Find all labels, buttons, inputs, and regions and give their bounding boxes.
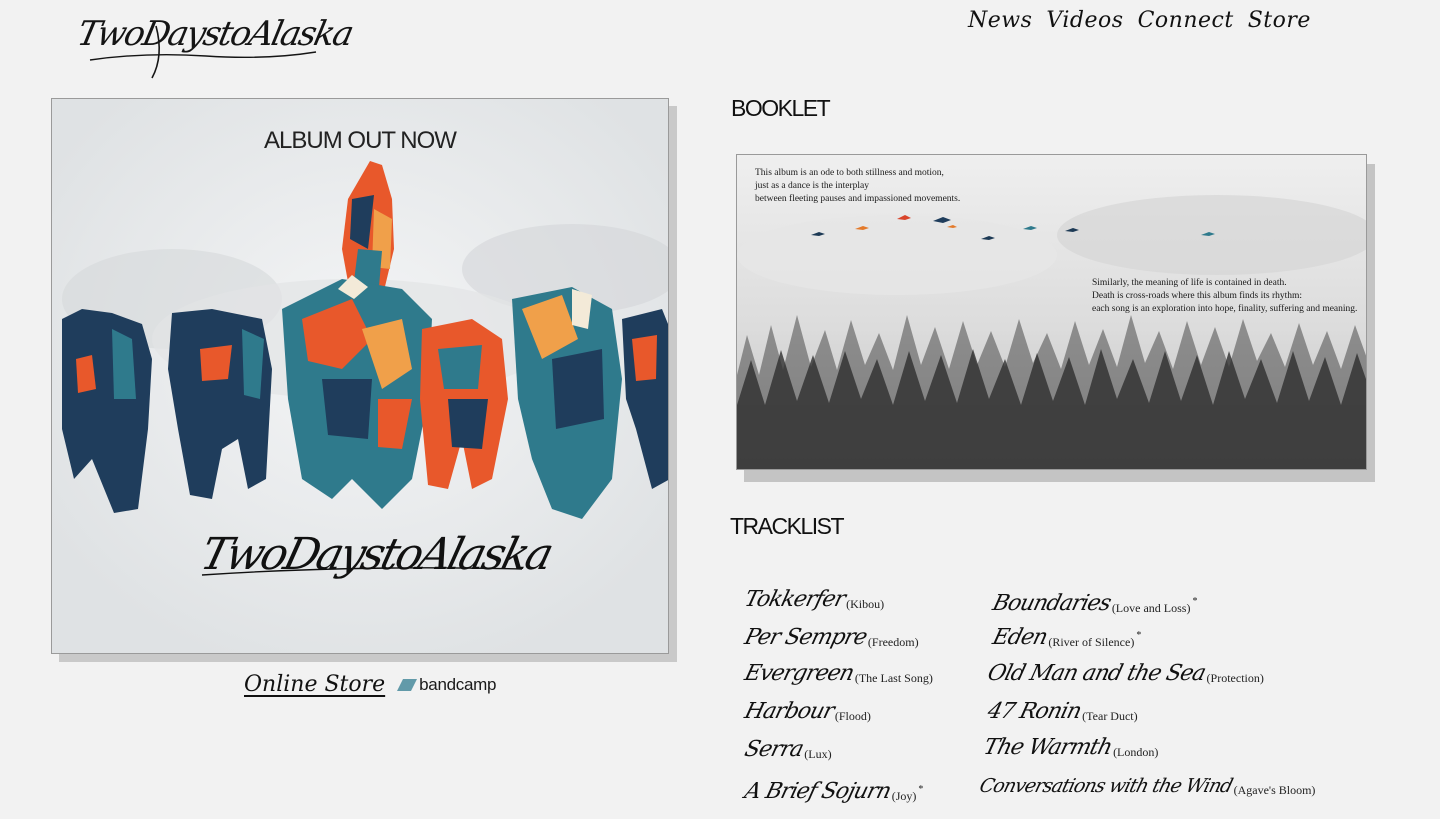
track-item: Old Man and the Sea (Protection) <box>985 660 1264 688</box>
track-title: Conversations with the Wind <box>977 775 1235 797</box>
nav-store[interactable]: Store <box>1248 8 1311 33</box>
track-title: Tokkerfer <box>742 587 848 612</box>
nav-videos[interactable]: Videos <box>1046 8 1123 33</box>
store-links: Online Store bandcamp <box>244 672 496 697</box>
track-meaning: (Protection) <box>1206 671 1264 685</box>
booklet-text-line: just as a dance is the interplay <box>755 181 869 191</box>
booklet-text-line: between fleeting pauses and impassioned … <box>755 194 961 204</box>
booklet-heading: BOOKLET <box>731 95 831 121</box>
booklet-text-line: Death is cross-roads where this album fi… <box>1092 291 1303 301</box>
bandcamp-link[interactable]: bandcamp <box>397 675 496 695</box>
track-meaning: (Kibou) <box>846 597 885 611</box>
track-item: Per Sempre (Freedom) <box>742 624 919 652</box>
booklet-text-line: Similarly, the meaning of life is contai… <box>1092 278 1287 288</box>
track-meaning: (Agave's Bloom) <box>1233 783 1316 797</box>
cover-logo-text: TwoDaystoAlaska <box>195 529 556 580</box>
track-item: A Brief Sojurn (Joy) * <box>742 778 924 806</box>
track-asterisk: * <box>1136 630 1142 641</box>
track-item: Conversations with the Wind (Agave's Blo… <box>977 772 1316 800</box>
booklet-image[interactable]: This album is an ode to both stillness a… <box>736 154 1367 470</box>
track-item: Evergreen (The Last Song) <box>742 660 933 688</box>
track-item: 47 Ronin (Tear Duct) <box>985 698 1138 726</box>
track-title: Boundaries <box>990 591 1114 616</box>
track-title: Old Man and the Sea <box>985 661 1208 686</box>
track-meaning: (Freedom) <box>867 635 919 649</box>
track-item: Serra (Lux) <box>742 736 832 764</box>
track-title: Harbour <box>742 699 837 724</box>
online-store-link[interactable]: Online Store <box>244 672 385 697</box>
track-meaning: (River of Silence) <box>1048 635 1135 649</box>
track-title: 47 Ronin <box>985 699 1084 724</box>
track-asterisk: * <box>918 784 924 795</box>
track-meaning: (Lux) <box>804 747 832 761</box>
track-item: The Warmth (London) <box>981 734 1159 762</box>
track-title: The Warmth <box>981 735 1115 760</box>
track-title: Evergreen <box>742 661 857 686</box>
track-title: Per Sempre <box>742 625 870 650</box>
track-meaning: (Joy) <box>891 789 917 803</box>
track-title: Eden <box>990 625 1050 650</box>
track-meaning: (London) <box>1113 745 1159 759</box>
booklet-text-line: each song is an exploration into hope, f… <box>1092 304 1358 314</box>
track-meaning: (Tear Duct) <box>1082 709 1138 723</box>
nav-news[interactable]: News <box>968 8 1032 33</box>
track-item: Boundaries (Love and Loss) * <box>990 590 1198 618</box>
album-cover[interactable]: ALBUM OUT NOW TwoDaystoAlaska <box>51 98 669 654</box>
track-item: Eden (River of Silence) * <box>990 624 1142 652</box>
track-title: Serra <box>742 737 806 762</box>
booklet-text-line: This album is an ode to both stillness a… <box>755 168 944 178</box>
tracklist-heading: TRACKLIST <box>730 513 845 539</box>
track-asterisk: * <box>1192 596 1198 607</box>
track-item: Harbour (Flood) <box>742 698 871 726</box>
main-nav: News Videos Connect Store <box>968 8 1311 33</box>
track-title: A Brief Sojurn <box>742 779 893 804</box>
album-headline: ALBUM OUT NOW <box>264 127 457 154</box>
booklet-text-right: Similarly, the meaning of life is contai… <box>1092 277 1357 316</box>
track-meaning: (The Last Song) <box>854 671 933 685</box>
bandcamp-icon <box>397 678 418 691</box>
nav-connect[interactable]: Connect <box>1138 8 1234 33</box>
booklet-text-top: This album is an ode to both stillness a… <box>755 167 960 206</box>
track-meaning: (Flood) <box>834 709 871 723</box>
site-logo[interactable]: TwoDaystoAlaska <box>74 8 356 79</box>
logo-swash-icon <box>89 25 317 79</box>
track-meaning: (Love and Loss) <box>1111 601 1191 615</box>
track-item: Tokkerfer (Kibou) <box>742 586 885 614</box>
bandcamp-label: bandcamp <box>419 674 497 694</box>
